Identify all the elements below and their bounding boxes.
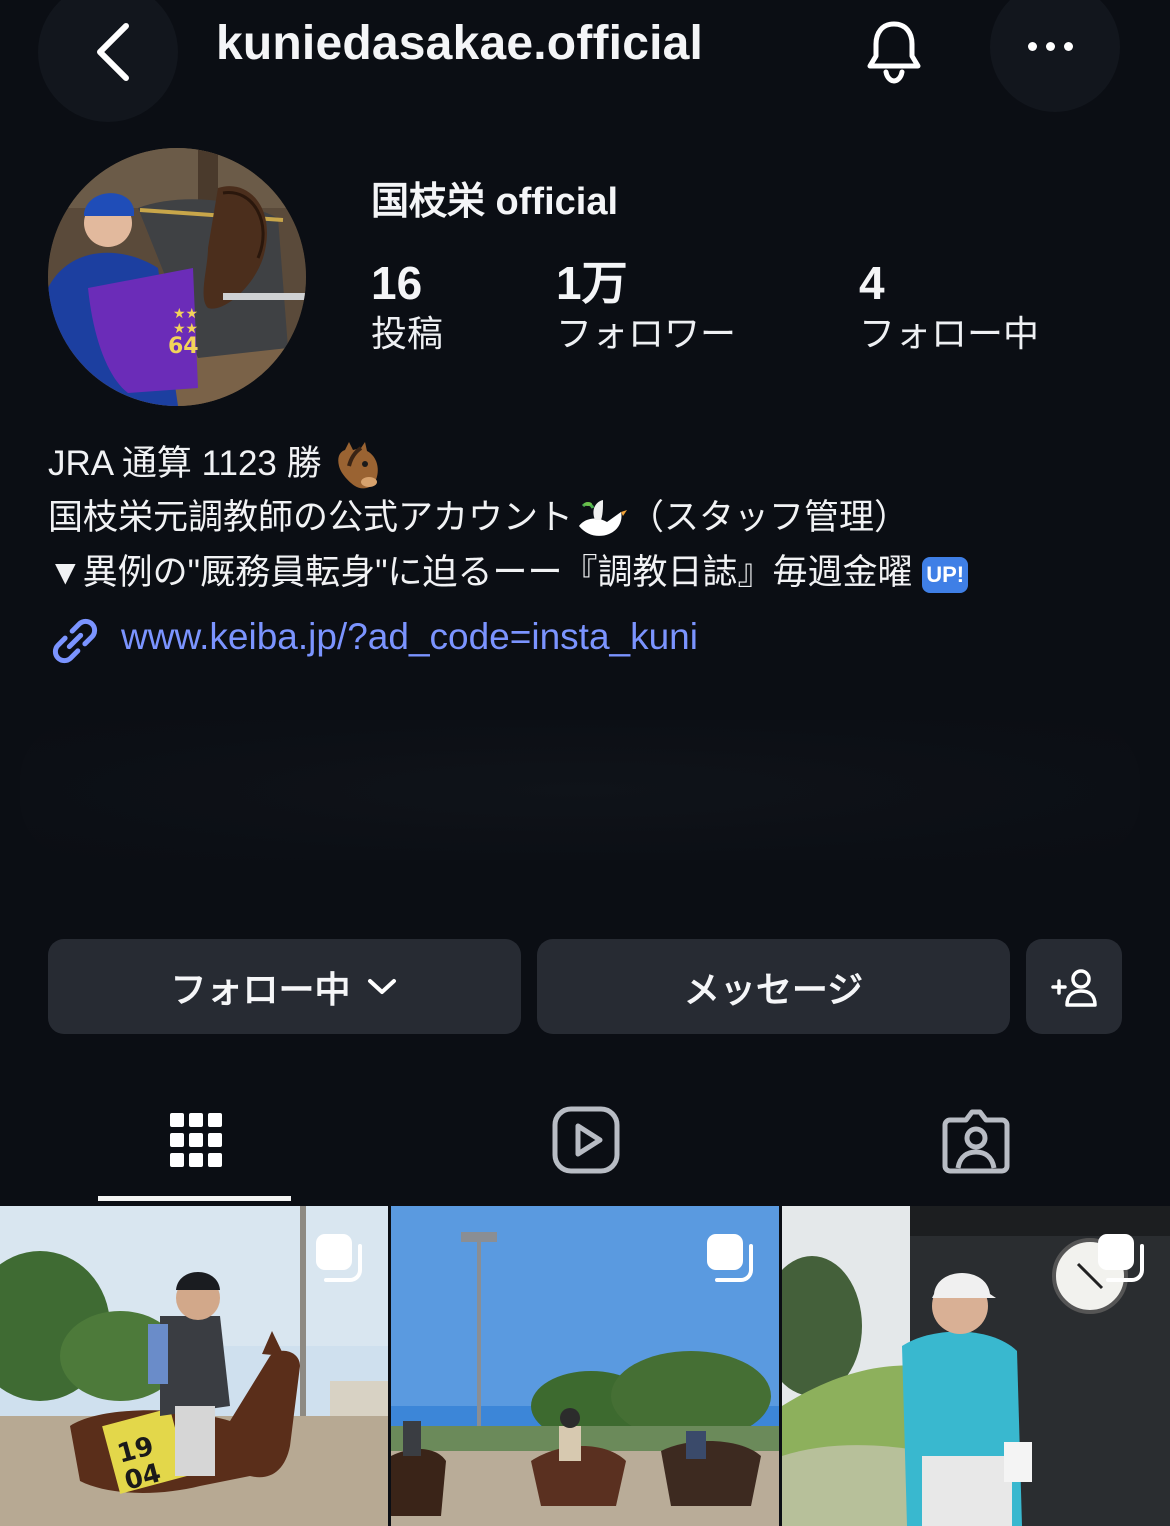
- tagged-icon: [942, 1109, 1009, 1174]
- followers-label: フォロワー: [556, 313, 737, 354]
- bio-line: JRA 通算 1123 勝: [48, 440, 387, 490]
- horse-face-emoji: [338, 441, 379, 489]
- message-button-label: メッセージ: [683, 968, 864, 1010]
- chevron-down-icon: [367, 978, 396, 994]
- bio-account-text: 国枝栄元調教師の公式アカウント: [48, 498, 574, 537]
- following-count: 4: [859, 257, 885, 309]
- followers-count: 1万: [556, 257, 628, 309]
- tab-posts-grid[interactable]: [98, 1100, 293, 1180]
- back-button[interactable]: [38, 0, 178, 122]
- notification-bell-button[interactable]: [858, 14, 930, 91]
- avatar-photo: 64 ★★ ★★: [48, 148, 306, 406]
- profile-username: kuniedasakae.official: [216, 17, 704, 70]
- reels-icon: [552, 1106, 619, 1174]
- active-tab-indicator: [98, 1196, 291, 1201]
- svg-text:64: 64: [168, 334, 199, 359]
- following-label: フォロー中: [859, 313, 1040, 354]
- message-button[interactable]: メッセージ: [537, 939, 1010, 1034]
- grid-icon: [169, 1113, 222, 1167]
- posts-label: 投稿: [371, 313, 444, 354]
- bio-wins-text: JRA 通算 1123 勝: [48, 444, 322, 483]
- bio-staff-text: （スタッフ管理）: [629, 498, 910, 537]
- profile-display-name: 国枝栄 official: [371, 181, 619, 223]
- chevron-left-icon: [97, 23, 129, 81]
- more-horizontal-icon: [1028, 42, 1073, 51]
- following-stat[interactable]: 4 フォロー中: [859, 255, 1039, 357]
- tab-tagged[interactable]: [878, 1100, 1073, 1180]
- post-thumbnail[interactable]: [782, 1206, 1170, 1526]
- post-thumbnail[interactable]: [391, 1206, 779, 1526]
- profile-avatar[interactable]: 64 ★★ ★★: [48, 148, 306, 406]
- posts-count: 16: [371, 257, 423, 309]
- following-button[interactable]: フォロー中: [48, 939, 521, 1034]
- multiple-posts-icon: [316, 1234, 362, 1282]
- bio-diary-text: ▼異例の"厩務員転身"に迫るーー『調教日誌』毎週金曜: [48, 553, 913, 592]
- add-person-icon: [1051, 968, 1097, 1007]
- blurred-highlights-area: [20, 720, 1140, 860]
- bio-line: 国枝栄元調教師の公式アカウント （スタッフ管理）: [48, 494, 909, 544]
- followers-stat[interactable]: 1万 フォロワー: [556, 255, 736, 357]
- svg-text:★★: ★★: [173, 306, 198, 322]
- multiple-posts-icon: [1098, 1234, 1144, 1282]
- up-badge-emoji: UP!: [922, 556, 969, 593]
- svg-text:★★: ★★: [173, 321, 198, 337]
- post-thumbnail[interactable]: 19 04: [0, 1206, 388, 1526]
- posts-stat[interactable]: 16 投稿: [371, 255, 443, 357]
- bio-link-text[interactable]: www.keiba.jp/?ad_code=insta_kuni: [121, 616, 698, 658]
- bio-line: ▼異例の"厩務員転身"に迫るーー『調教日誌』毎週金曜 UP!: [48, 549, 969, 597]
- following-button-label: フォロー中: [170, 968, 351, 1010]
- more-options-button[interactable]: [990, 0, 1120, 112]
- link-icon: [52, 618, 98, 664]
- suggested-people-button[interactable]: [1026, 939, 1122, 1034]
- dove-emoji: [579, 499, 628, 536]
- tab-reels[interactable]: [488, 1100, 683, 1180]
- bell-icon: [867, 21, 921, 84]
- multiple-posts-icon: [707, 1234, 753, 1282]
